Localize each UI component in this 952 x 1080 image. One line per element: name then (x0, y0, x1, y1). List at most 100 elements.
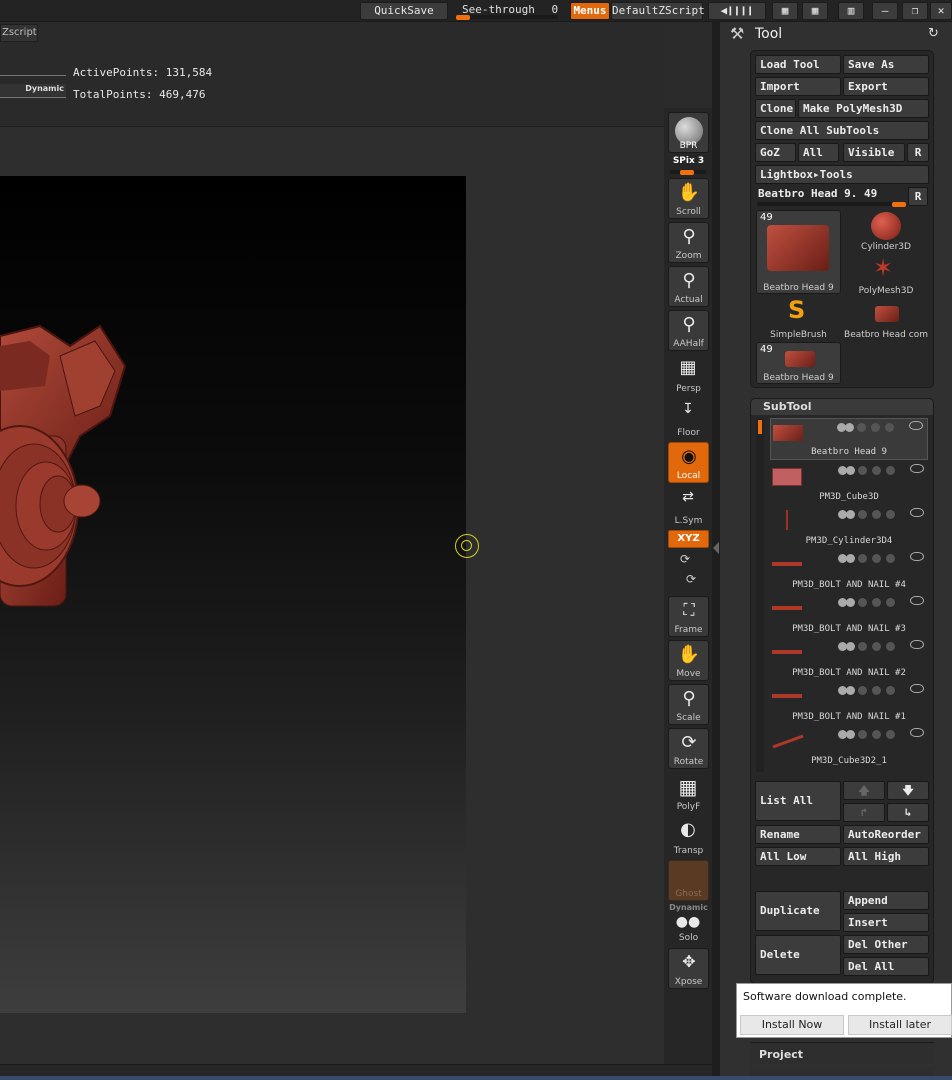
menus-button[interactable]: Menus (570, 2, 610, 20)
scale-button[interactable]: ⚲ Scale (668, 684, 709, 725)
solo-button[interactable]: ●● Solo (668, 908, 709, 944)
subtool-scrollbar[interactable] (756, 418, 764, 772)
xyz-button[interactable]: XYZ (668, 530, 709, 548)
default-zscript-button[interactable]: DefaultZScript (611, 2, 705, 20)
rename-button[interactable]: Rename (755, 825, 841, 844)
transp-button[interactable]: ◐ Transp (668, 816, 709, 857)
visibility-eye-icon[interactable] (910, 596, 924, 605)
goz-r-button[interactable]: R (907, 143, 929, 162)
del-other-button[interactable]: Del Other (843, 935, 929, 954)
goz-all-button[interactable]: All (798, 143, 839, 162)
make-polymesh-button[interactable]: Make PolyMesh3D (798, 99, 929, 118)
install-now-button[interactable]: Install Now (740, 1015, 844, 1035)
tool-thumb-cylinder[interactable]: Cylinder3D (843, 210, 929, 252)
clone-all-subtools-button[interactable]: Clone All SubTools (755, 121, 929, 140)
rotate-button[interactable]: ⟳ Rotate (668, 728, 709, 769)
project-section[interactable]: Project (750, 1042, 934, 1064)
insert-button[interactable]: Insert (843, 913, 929, 932)
subtool-header[interactable]: SubTool (751, 399, 933, 415)
visibility-eye-icon[interactable] (910, 552, 924, 561)
tool-thumb-beatbro-com[interactable]: Beatbro Head com (843, 298, 929, 340)
delete-button[interactable]: Delete (755, 935, 841, 975)
subtool-toggles[interactable] (837, 423, 897, 433)
duplicate-button[interactable]: Duplicate (755, 891, 841, 931)
move-down-folder-button[interactable]: ↳ (887, 803, 929, 822)
minimize-button[interactable]: — (872, 2, 898, 20)
install-later-button[interactable]: Install later (848, 1015, 952, 1035)
persp-button[interactable]: ▦ Persp (668, 354, 709, 395)
visibility-eye-icon[interactable] (910, 508, 924, 517)
see-through-knob[interactable] (456, 15, 470, 20)
subtool-toggles[interactable] (838, 598, 898, 608)
zscript-tab[interactable]: Zscript (0, 24, 38, 42)
subtool-toggles[interactable] (838, 554, 898, 564)
document-viewport[interactable] (0, 176, 466, 1013)
bpr-button[interactable]: BPR (668, 112, 709, 153)
subtool-item[interactable]: PM3D_Cube3D2_1 (770, 726, 928, 768)
tray-toggle-button[interactable]: ◀❙❙❙❙ ❙❙❙❙▶ (708, 2, 766, 33)
local-button[interactable]: ◉ Local (668, 442, 709, 483)
subtool-toggles[interactable] (838, 466, 898, 476)
tool-thumb-simplebrush[interactable]: S SimpleBrush (756, 296, 841, 340)
xpose-button[interactable]: ✥ Xpose (668, 948, 709, 989)
lsym-button[interactable]: ⇄ L.Sym (668, 486, 709, 527)
clone-button[interactable]: Clone (755, 99, 796, 118)
polyf-button[interactable]: ▦ PolyF (668, 772, 709, 813)
all-high-button[interactable]: All High (843, 847, 929, 866)
tool-thumb-beatbro-2[interactable]: 49 Beatbro Head 9 (756, 342, 841, 384)
load-tool-button[interactable]: Load Tool (755, 55, 841, 74)
zoom-button[interactable]: ⚲ Zoom (668, 222, 709, 263)
tool-slider-knob[interactable] (892, 202, 906, 207)
lock-button[interactable]: ▥ (838, 2, 864, 20)
tool-r-button[interactable]: R (908, 187, 928, 206)
rotate-z-icon[interactable]: ⟳ (686, 572, 696, 586)
goz-button[interactable]: GoZ (755, 143, 796, 162)
refresh-icon[interactable]: ↻ (928, 26, 939, 41)
lightbox-tools-button[interactable]: Lightbox▸Tools (755, 165, 929, 184)
del-all-button[interactable]: Del All (843, 957, 929, 976)
subtool-item-selected[interactable]: Beatbro Head 9 (770, 418, 928, 460)
move-down-button[interactable]: 🡇 (887, 781, 929, 800)
collapse-arrow-icon[interactable] (713, 542, 719, 554)
actual-button[interactable]: ⚲ Actual (668, 266, 709, 307)
subtool-item[interactable]: PM3D_BOLT AND NAIL #3 (770, 594, 928, 636)
subtool-item[interactable]: PM3D_BOLT AND NAIL #1 (770, 682, 928, 724)
panel-divider[interactable] (712, 22, 720, 1080)
ghost-button[interactable]: Ghost (668, 860, 709, 901)
tool-title[interactable]: Tool (755, 26, 782, 42)
all-low-button[interactable]: All Low (755, 847, 841, 866)
move-button[interactable]: ✋ Move (668, 640, 709, 681)
visibility-eye-icon[interactable] (910, 464, 924, 473)
dynamic-label[interactable]: Dynamic (0, 84, 66, 98)
subtool-toggles[interactable] (838, 730, 898, 740)
visibility-eye-icon[interactable] (909, 421, 923, 430)
subtool-item[interactable]: PM3D_Cylinder3D4 (770, 506, 928, 548)
spix-label[interactable]: SPix 3 (668, 156, 709, 166)
save-as-button[interactable]: Save As (843, 55, 929, 74)
tool-thumb-polymesh[interactable]: ✶ PolyMesh3D (843, 254, 929, 296)
visibility-eye-icon[interactable] (910, 640, 924, 649)
tool-thumb-beatbro[interactable]: 49 Beatbro Head 9 (756, 210, 841, 294)
quicksave-button[interactable]: QuickSave (360, 2, 448, 20)
subtool-toggles[interactable] (838, 642, 898, 652)
import-button[interactable]: Import (755, 77, 841, 96)
restore-button[interactable]: ❐ (902, 2, 928, 20)
see-through-track[interactable] (456, 15, 558, 19)
subtool-toggles[interactable] (838, 510, 898, 520)
frame-button[interactable]: ⛶ Frame (668, 596, 709, 637)
floor-button[interactable]: ↧ Floor (668, 398, 709, 439)
visibility-eye-icon[interactable] (910, 728, 924, 737)
close-button[interactable]: ✕ (930, 2, 952, 20)
subtool-item[interactable]: PM3D_Cube3D (770, 462, 928, 504)
subtool-scroll-thumb[interactable] (758, 420, 762, 434)
scroll-button[interactable]: ✋ Scroll (668, 178, 709, 219)
tool-slider-track[interactable] (757, 202, 905, 206)
export-button[interactable]: Export (843, 77, 929, 96)
list-all-button[interactable]: List All (755, 781, 841, 821)
layout-icon-button[interactable]: ▦ (772, 2, 798, 20)
rotate-y-icon[interactable]: ⟳ (680, 552, 690, 566)
move-up-folder-button[interactable]: ↱ (843, 803, 885, 822)
subtool-toggles[interactable] (838, 686, 898, 696)
move-up-button[interactable]: 🡅 (843, 781, 885, 800)
goz-visible-button[interactable]: Visible (843, 143, 905, 162)
